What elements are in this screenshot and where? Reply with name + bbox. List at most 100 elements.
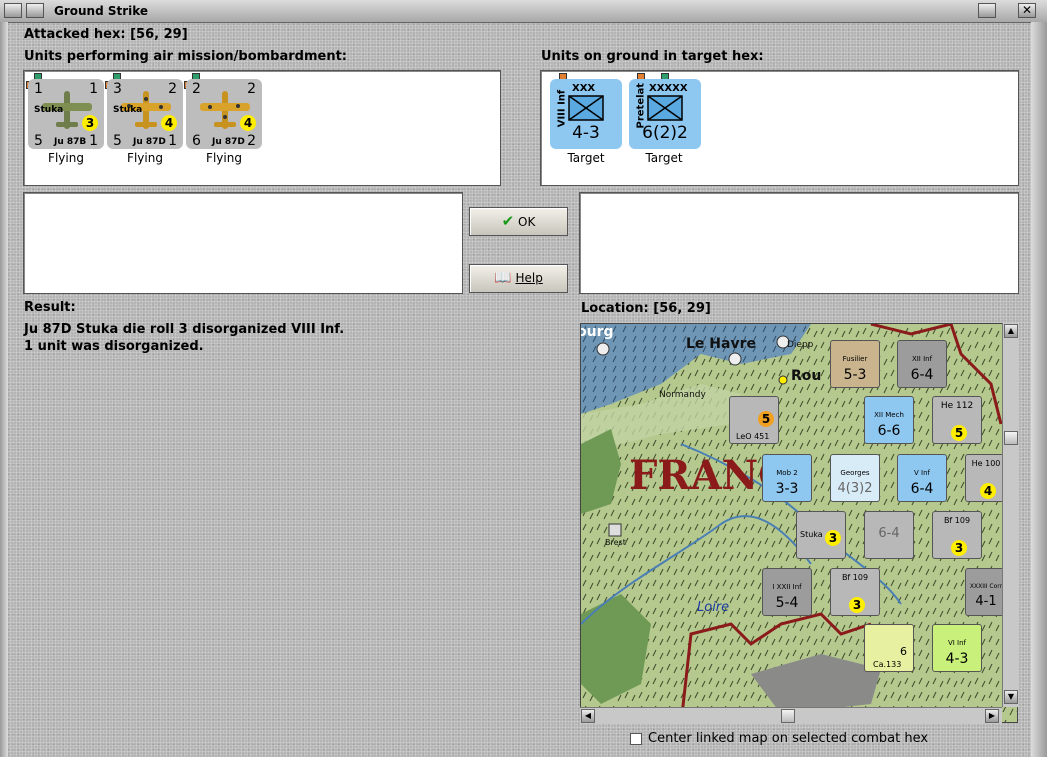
unit-size: XXX	[572, 83, 596, 94]
counter-name: Fusilier	[842, 355, 868, 363]
close-icon: ✕	[1021, 3, 1033, 17]
map-unit-counter[interactable]: XXXIII Corr 4-1	[965, 568, 1007, 616]
counter-value: 2	[247, 133, 256, 149]
counter-value: 1	[168, 133, 177, 149]
air-unit-counter[interactable]: 2 2 4 6 Ju 87D 2	[186, 79, 262, 149]
counter-name: Mob 2	[776, 469, 798, 477]
counter-name: He 100	[971, 459, 1001, 468]
ok-button[interactable]: ✔ OK	[469, 207, 568, 236]
vertical-scroll-thumb[interactable]	[1004, 431, 1018, 445]
mission-badge: 5	[758, 411, 774, 427]
map-unit-counter[interactable]: Fusilier 5-3	[830, 340, 880, 388]
unit-name: Stuka	[34, 105, 64, 115]
map-unit-counter[interactable]: LeO 451 5	[729, 396, 779, 444]
minimize-button[interactable]	[26, 3, 44, 18]
air-unit-counter[interactable]: 3 2 Stuka 4 5 Ju 87D 1	[107, 79, 183, 149]
restore-button[interactable]	[978, 3, 996, 18]
ok-button-label: OK	[518, 215, 536, 229]
horizontal-scroll-thumb[interactable]	[781, 709, 795, 723]
counter-value: 4-3	[945, 651, 969, 667]
map-unit-counter[interactable]: Ca.133 6	[864, 624, 914, 672]
counter-name: I XXII Inf	[772, 583, 802, 591]
counter-value: 4-1	[975, 594, 997, 609]
scroll-up-arrow-icon[interactable]: ▲	[1004, 324, 1018, 338]
mission-badge: 4	[161, 115, 177, 131]
mission-badge: 5	[951, 425, 967, 441]
system-menu-button[interactable]	[4, 3, 22, 18]
map-unit-counter[interactable]: Georges 4(3)2	[830, 454, 880, 502]
unit-name: Stuka	[113, 105, 143, 115]
counter-name: Bf 109	[943, 516, 971, 525]
map-label: Rou	[791, 368, 822, 384]
ground-unit-counter[interactable]: Pretelat XXXXX 6(2)2	[629, 79, 701, 149]
help-button[interactable]: 📖 Help	[469, 264, 568, 293]
combat-strength: 4-3	[572, 123, 600, 143]
counter-value: 5-3	[843, 367, 867, 383]
map-unit-counter[interactable]: I XXII Inf 5-4	[762, 568, 812, 616]
window-frame-right	[1031, 22, 1047, 757]
river-label: Loire	[697, 600, 730, 615]
counter-value: 3-3	[775, 481, 799, 497]
map-unit-counter[interactable]: He 112 5	[932, 396, 982, 444]
checkmark-icon: ✔	[501, 212, 515, 230]
defender-details-panel	[579, 192, 1019, 294]
counter-value: 6-6	[877, 423, 901, 439]
unit-size: XXXXX	[649, 83, 688, 94]
map-horizontal-scrollbar[interactable]: ◀ ▶	[580, 707, 1002, 724]
map-unit-counter[interactable]: 6-4	[864, 511, 914, 559]
scroll-left-arrow-icon[interactable]: ◀	[581, 709, 595, 723]
air-units-panel: 1 1 Stuka 3 5 Ju 87B 1 Flying 3 2 Stuka …	[23, 70, 501, 186]
counter-value: 1	[89, 133, 98, 149]
aircraft-type: Ju 87D	[212, 137, 245, 147]
combat-strength: 6(2)2	[642, 123, 688, 143]
map-unit-counter[interactable]: V Inf 6-4	[897, 454, 947, 502]
counter-name: Georges	[840, 469, 870, 477]
map-unit-counter[interactable]: VI Inf 4-3	[932, 624, 982, 672]
counter-name: He 112	[940, 401, 974, 411]
center-map-checkbox[interactable]	[630, 733, 642, 745]
counter-value: 6-4	[910, 481, 934, 497]
ground-units-panel: VIII Inf XXX 4-3 Target Pretelat XXXXX 6…	[540, 70, 1019, 186]
counter-name: XII Inf	[911, 355, 933, 363]
air-unit-counter[interactable]: 1 1 Stuka 3 5 Ju 87B 1	[28, 79, 104, 149]
map-unit-counter[interactable]: XII Inf 6-4	[897, 340, 947, 388]
close-button[interactable]: ✕	[1018, 3, 1036, 18]
counter-name: XXXIII Corr	[969, 583, 1003, 590]
ground-units-heading: Units on ground in target hex:	[541, 49, 764, 64]
map-unit-counter[interactable]: Mob 2 3-3	[762, 454, 812, 502]
counter-value: 5-4	[775, 595, 799, 611]
result-line: Ju 87D Stuka die roll 3 disorganized VII…	[24, 322, 345, 337]
aircraft-type: Ju 87D	[133, 137, 166, 147]
mission-badge: 4	[240, 115, 256, 131]
scroll-down-arrow-icon[interactable]: ▼	[1004, 690, 1018, 704]
linked-map[interactable]: ourg Le Havre Rou Diepp Normandy FRANC L…	[580, 323, 1018, 723]
scroll-right-arrow-icon[interactable]: ▶	[985, 709, 999, 723]
attacked-hex: Attacked hex: [56, 29]	[24, 27, 188, 42]
infantry-icon	[568, 95, 604, 121]
counter-name: Stuka	[800, 530, 823, 539]
result-label: Result:	[24, 300, 76, 315]
map-unit-counter[interactable]: XII Mech 6-6	[864, 396, 914, 444]
mission-badge: 3	[951, 540, 967, 556]
map-unit-counter[interactable]: Bf 109 3	[932, 511, 982, 559]
attacked-hex-value: [56, 29]	[130, 27, 188, 42]
counter-value: 4(3)2	[837, 481, 873, 496]
help-button-label: Help	[515, 271, 543, 285]
map-vertical-scrollbar[interactable]: ▲ ▼	[1002, 323, 1019, 707]
map-unit-counter[interactable]: Bf 109 3	[830, 568, 880, 616]
location-value: [56, 29]	[653, 301, 711, 316]
unit-status: Flying	[48, 151, 84, 165]
location: Location: [56, 29]	[581, 301, 711, 316]
counter-name: Bf 109	[841, 573, 869, 582]
help-book-icon: 📖	[494, 270, 512, 286]
mission-badge: 3	[849, 597, 865, 613]
counter-name: LeO 451	[736, 432, 770, 441]
map-label: Diepp	[787, 340, 814, 350]
unit-status: Flying	[206, 151, 242, 165]
map-unit-counter[interactable]: Stuka 3	[796, 511, 846, 559]
counter-value: 6	[192, 133, 201, 149]
attacked-hex-label: Attacked hex:	[24, 27, 126, 42]
ground-unit-counter[interactable]: VIII Inf XXX 4-3	[550, 79, 622, 149]
map-label: Normandy	[659, 390, 706, 400]
map-unit-counter[interactable]: He 100 4	[965, 454, 1007, 502]
